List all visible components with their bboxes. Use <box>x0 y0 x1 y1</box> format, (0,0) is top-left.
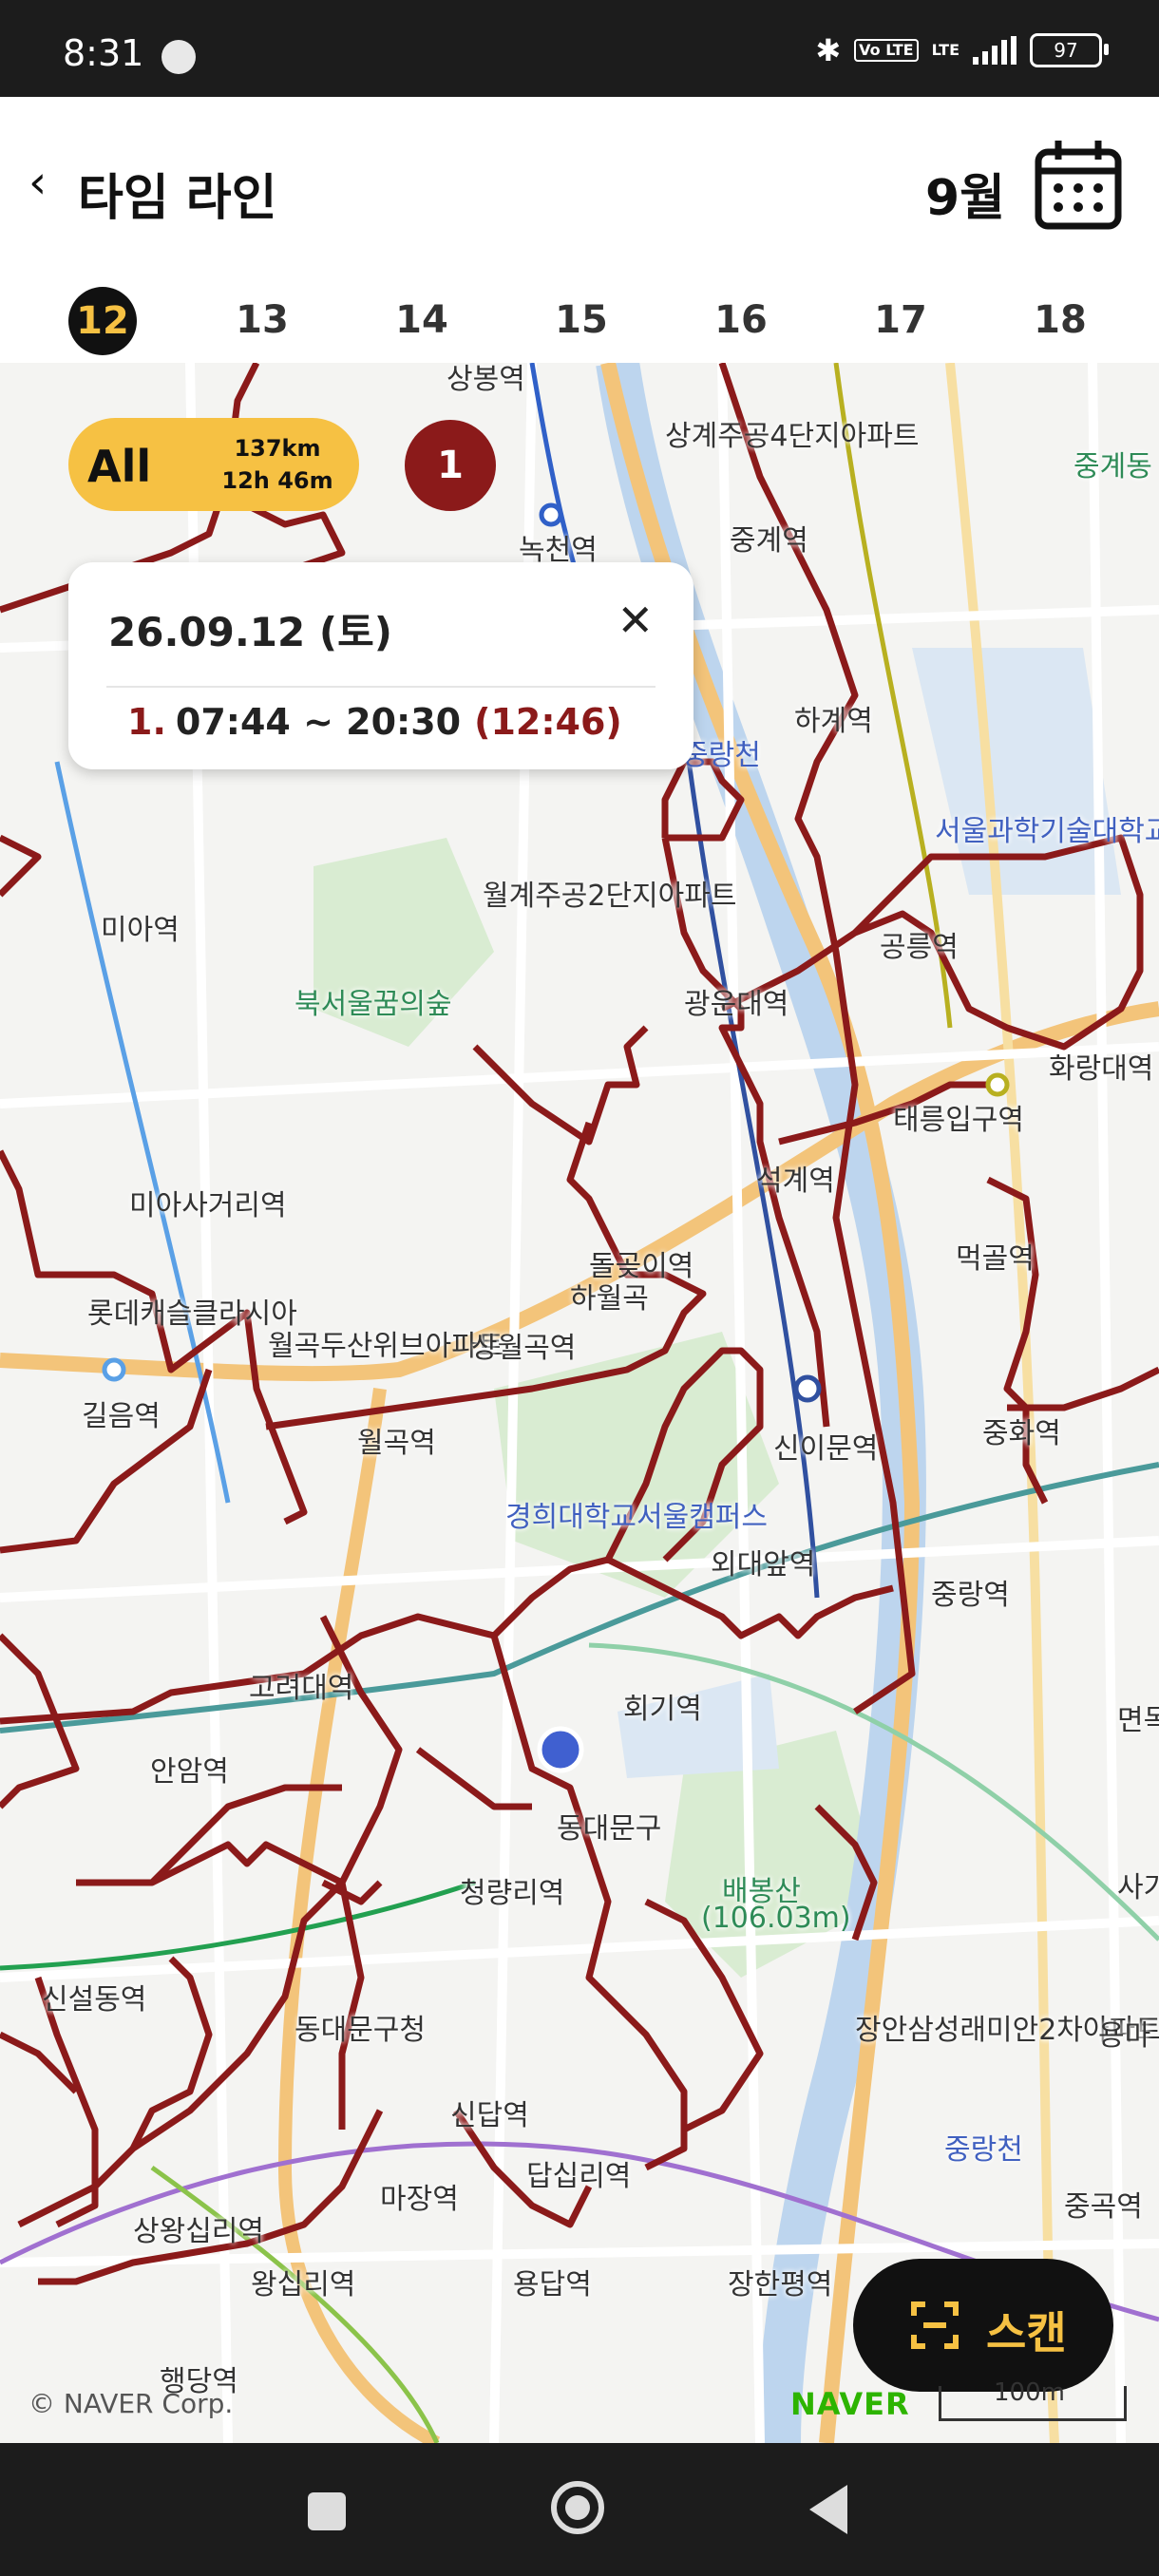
date-13[interactable]: 13 <box>224 287 300 353</box>
battery-level: 97 <box>1054 39 1078 62</box>
date-14[interactable]: 14 <box>384 287 460 353</box>
map-label: 월계주공2단지아파트 <box>483 880 737 913</box>
map-label: 먹골역 <box>956 1242 1035 1276</box>
status-time: 8:31 <box>63 32 144 74</box>
date-strip: 12 13 14 15 16 17 18 <box>0 268 1159 363</box>
card-date: 26.09.12 (토) <box>108 609 392 655</box>
map-label: 광운대역 <box>684 988 789 1021</box>
map-label: 미아역 <box>101 914 180 947</box>
date-12[interactable]: 12 <box>68 287 137 355</box>
map-label: 회기역 <box>623 1693 702 1726</box>
volte-icon: Vo LTE <box>854 39 919 62</box>
map-scale-label: 100m <box>994 2378 1065 2407</box>
map-label: 상월곡역 <box>471 1332 577 1365</box>
trip-number: 1. <box>127 701 166 743</box>
map-label: 외대앞역 <box>711 1548 816 1582</box>
map-label: 화랑대역 <box>1049 1052 1154 1086</box>
battery-icon: 97 <box>1030 33 1109 67</box>
map-copyright: © NAVER Corp. <box>28 2388 234 2419</box>
signal-icon <box>973 36 1016 65</box>
map-label: 중화역 <box>982 1417 1061 1450</box>
scan-icon <box>911 2301 959 2349</box>
map-label: 공릉역 <box>880 931 959 964</box>
map-label: 왕십리역 <box>251 2268 356 2301</box>
map-label: 신답역 <box>450 2099 529 2132</box>
map-label: 월곡역 <box>357 1427 436 1460</box>
notification-dot-icon <box>162 40 196 74</box>
map-label: 북서울꿈의숲 <box>294 988 452 1021</box>
trip-count-badge[interactable]: 1 <box>405 420 496 511</box>
map-label: 동대문구청 <box>294 2014 426 2047</box>
map-label: 미아사거리역 <box>129 1189 287 1222</box>
date-15[interactable]: 15 <box>543 287 619 353</box>
map-label: 용답역 <box>513 2268 592 2301</box>
back-chevron-icon[interactable]: ‹ <box>28 156 47 209</box>
map-label: (106.03m) <box>701 1902 851 1935</box>
header: ‹ 타임 라인 9월 <box>0 97 1159 268</box>
date-18[interactable]: 18 <box>1022 287 1098 353</box>
map-label: 신이문역 <box>773 1432 879 1466</box>
map-label: 태릉입구역 <box>893 1104 1024 1137</box>
map-label: 월곡두산위브아파트 <box>268 1330 504 1363</box>
map-label: 중곡역 <box>1064 2190 1143 2224</box>
map-label: 고려대역 <box>249 1672 354 1705</box>
map-label: 청량리역 <box>460 1877 565 1910</box>
scan-label: 스캔 <box>986 2307 1067 2358</box>
map-label: 중랑천 <box>682 739 761 772</box>
date-16[interactable]: 16 <box>703 287 779 353</box>
card-divider <box>106 686 656 688</box>
map-label: 용마 <box>1098 2019 1151 2053</box>
back-triangle-icon[interactable] <box>809 2485 847 2534</box>
date-17[interactable]: 17 <box>863 287 939 353</box>
page-title: 타임 라인 <box>78 170 277 227</box>
map-label: 하월곡 <box>570 1282 649 1316</box>
map-label: 중계동 <box>1074 450 1152 483</box>
total-distance: 137km <box>234 435 321 462</box>
close-icon[interactable]: ✕ <box>617 595 654 646</box>
map-label: 서울과학기술대학교 <box>935 815 1159 848</box>
map-label: 마장역 <box>380 2183 459 2216</box>
map-label: 답십리역 <box>526 2160 632 2193</box>
map-label: 안암역 <box>150 1755 229 1789</box>
map-label: 신설동역 <box>42 1983 147 2017</box>
map-label: 중계역 <box>730 524 808 558</box>
bluetooth-icon: ✱ <box>815 32 842 68</box>
month-label[interactable]: 9월 <box>925 158 1005 229</box>
all-label: All <box>87 441 152 492</box>
map-label: 경희대학교서울캠퍼스 <box>505 1501 768 1534</box>
map-label: 중랑천 <box>944 2133 1023 2167</box>
system-nav-bar <box>0 2443 1159 2576</box>
home-icon[interactable] <box>551 2481 604 2534</box>
map-label: 상계주공4단지아파트 <box>665 420 920 453</box>
scan-button[interactable]: 스캔 <box>853 2259 1113 2392</box>
map-label: 상왕십리역 <box>133 2215 264 2248</box>
total-duration: 12h 46m <box>221 467 333 494</box>
map-label: 석계역 <box>756 1165 835 1198</box>
map-label: 길음역 <box>82 1400 161 1433</box>
status-icons: ✱ Vo LTE LTE 97 <box>815 27 1109 74</box>
map-label: 중랑역 <box>931 1579 1010 1612</box>
map-label: 동대문구 <box>557 1812 662 1846</box>
map-label: 면목 <box>1117 1704 1159 1737</box>
recents-icon[interactable] <box>308 2492 346 2530</box>
map-label: 장한평역 <box>728 2268 833 2301</box>
map-label: 하계역 <box>794 705 873 738</box>
trip-row[interactable]: 1. 07:44 ~ 20:30 (12:46) <box>127 701 622 743</box>
map-label: 사가 <box>1117 1871 1159 1904</box>
lte-label: LTE <box>931 41 960 59</box>
trip-time-range: 07:44 ~ 20:30 <box>175 701 462 743</box>
status-bar: 8:31 ✱ Vo LTE LTE 97 <box>0 0 1159 97</box>
calendar-icon[interactable] <box>1034 139 1123 232</box>
trip-duration: (12:46) <box>474 701 622 743</box>
all-summary-pill[interactable]: All 137km 12h 46m <box>68 418 359 511</box>
map-label: 롯데캐슬클라시아 <box>87 1297 297 1331</box>
naver-logo: NAVER <box>790 2386 910 2422</box>
map-label: 상봉역 <box>446 363 525 396</box>
trip-info-card: 26.09.12 (토) ✕ 1. 07:44 ~ 20:30 (12:46) <box>68 562 694 769</box>
